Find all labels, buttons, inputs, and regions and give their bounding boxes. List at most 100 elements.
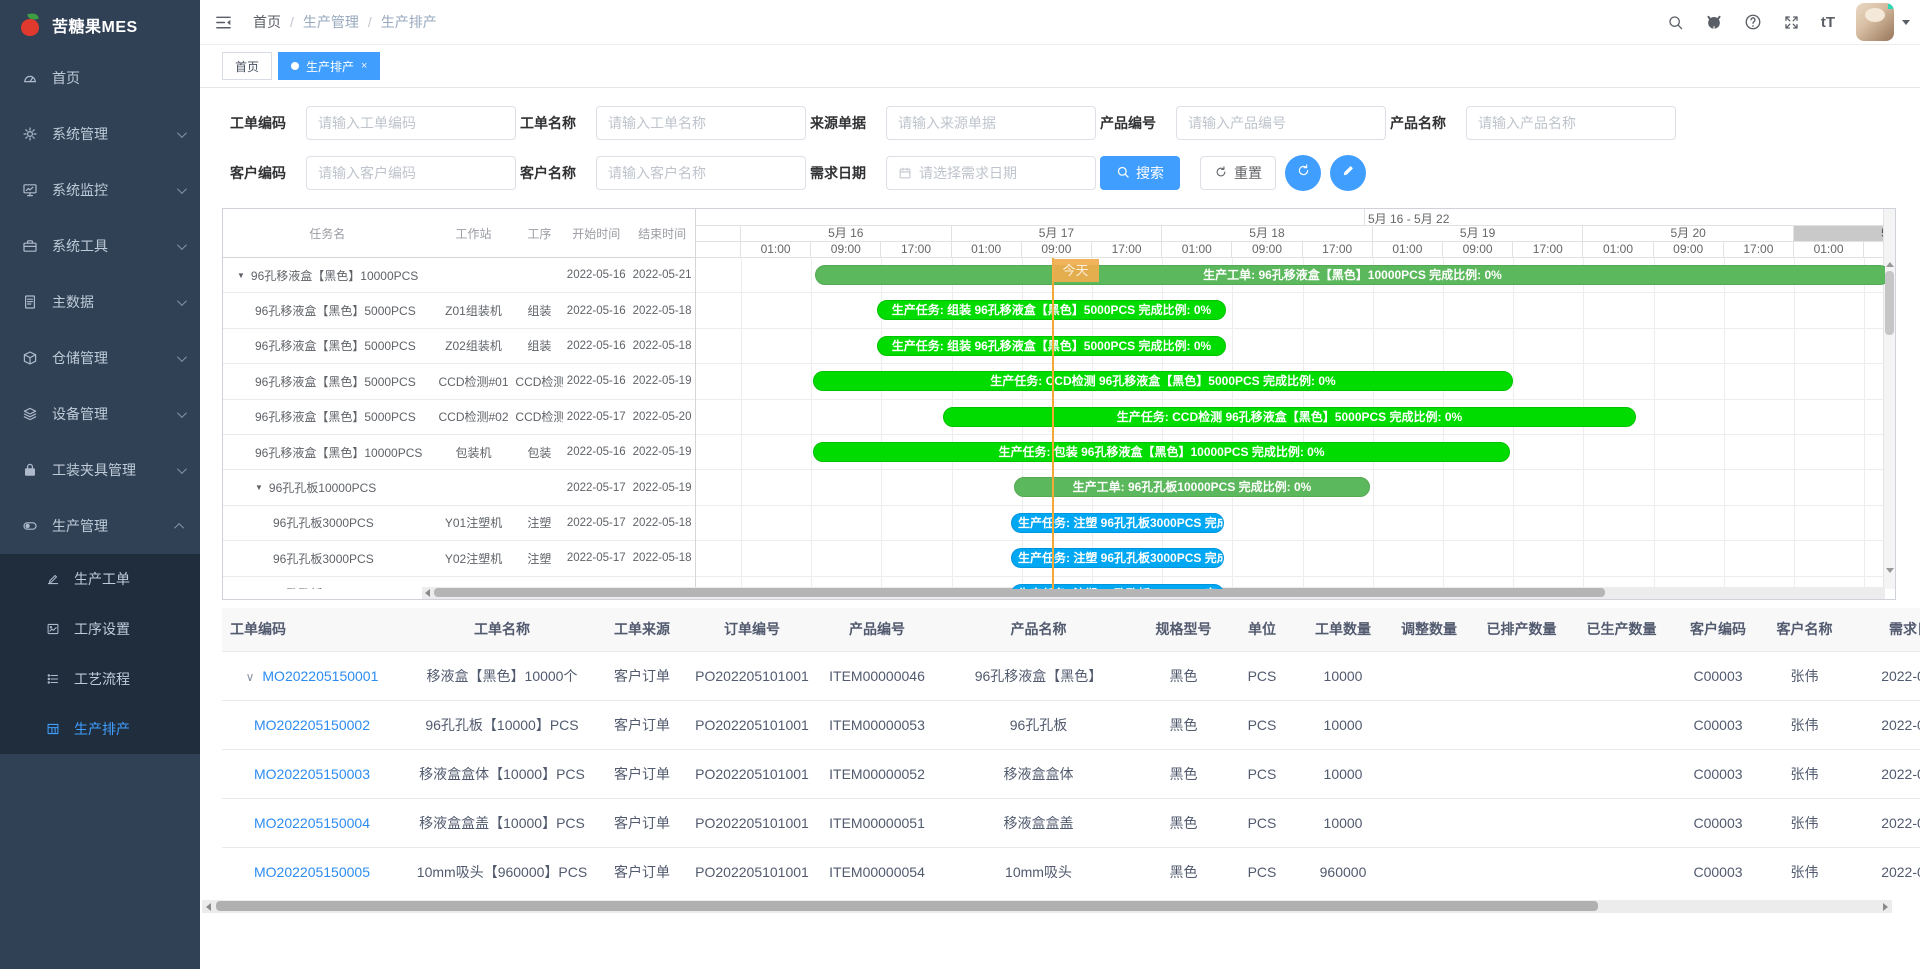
user-menu[interactable] — [1856, 3, 1910, 41]
gantt-task-row[interactable]: 96孔孔板3000PCSY02注塑机注塑2022-05-172022-05-18 — [223, 541, 695, 576]
table-horizontal-scrollbar[interactable] — [202, 900, 1892, 913]
input-placeholder: 请输入客户编码 — [318, 163, 416, 183]
cell-source: 客户订单 — [602, 847, 682, 889]
task-name: 96孔孔板3000PCS — [273, 585, 374, 589]
work-order-link[interactable]: MO202205150001 — [262, 668, 378, 684]
gantt-task-row[interactable]: 96孔移液盒【黑色】5000PCSCCD检测#01CCD检测2022-05-16… — [223, 364, 695, 399]
tab-生产排产[interactable]: 生产排产× — [278, 52, 380, 80]
sidebar-item-production-schedule[interactable]: 生产排产 — [0, 704, 200, 754]
text-input[interactable]: 请输入工单名称 — [596, 106, 806, 140]
table-row[interactable]: MO202205150004移液盒盒盖【10000】PCS客户订单PO20220… — [222, 798, 1920, 847]
text-input[interactable]: 请输入来源单据 — [886, 106, 1096, 140]
reset-button[interactable]: 重置 — [1200, 156, 1276, 190]
sidebar-item-system-tools[interactable]: 系统工具 — [0, 218, 200, 274]
cell-source: 客户订单 — [602, 798, 682, 847]
table-row[interactable]: MO202205150003移液盒盒体【10000】PCS客户订单PO20220… — [222, 749, 1920, 798]
sidebar-item-system-monitor[interactable]: 系统监控 — [0, 162, 200, 218]
gantt-hour-row: 01:0009:0017:0001:0009:0017:0001:0009:00… — [696, 242, 1885, 258]
gantt-day-cell: 5月 18 — [1162, 226, 1373, 241]
text-input[interactable]: 请输入产品编号 — [1176, 106, 1386, 140]
gantt-bar-row: 生产任务: CCD检测 96孔移液盒【黑色】5000PCS 完成比例: 0% — [696, 364, 1885, 399]
work-order-link[interactable]: MO202205150003 — [254, 766, 370, 782]
cell-ccode: C00003 — [1674, 749, 1762, 798]
gantt-bar-task[interactable]: 生产任务: CCD检测 96孔移液盒【黑色】5000PCS 完成比例: 0% — [943, 407, 1636, 427]
task-name: 96孔移液盒【黑色】5000PCS — [255, 373, 416, 390]
gantt-task-row[interactable]: 96孔移液盒【黑色】5000PCSZ02组装机组装2022-05-162022-… — [223, 329, 695, 364]
filter-field: 工单编码请输入工单编码 — [230, 106, 520, 140]
text-input[interactable]: 请输入工单编码 — [306, 106, 516, 140]
text-input[interactable]: 请输入产品名称 — [1466, 106, 1676, 140]
gantt-task-row[interactable]: 96孔移液盒【黑色】5000PCSCCD检测#02CCD检测2022-05-17… — [223, 400, 695, 435]
table-row[interactable]: ∨MO202205150001移液盒【黑色】10000个客户订单PO202205… — [222, 651, 1920, 700]
tab-首页[interactable]: 首页 — [222, 52, 272, 80]
gantt-bar-order[interactable]: 生产工单: 96孔移液盒【黑色】10000PCS 完成比例: 0% — [815, 265, 1885, 285]
gantt-bar-row: 生产任务: 组装 96孔移液盒【黑色】5000PCS 完成比例: 0% — [696, 329, 1885, 364]
gantt-task-row[interactable]: 96孔移液盒【黑色】10000PCS包装机包装2022-05-162022-05… — [223, 435, 695, 470]
gantt-bar-task[interactable]: 生产任务: 注塑 96孔孔板3000PCS 完成比例: 0% — [1011, 584, 1224, 589]
cell-qty: 10000 — [1302, 651, 1384, 700]
work-order-link[interactable]: MO202205150005 — [254, 864, 370, 880]
search-button[interactable]: 搜索 — [1100, 156, 1180, 190]
end-date: 2022-05-19 — [629, 482, 695, 494]
cell-scheduled — [1474, 798, 1569, 847]
cell-unit: PCS — [1222, 749, 1302, 798]
sync-button[interactable] — [1285, 155, 1321, 191]
sidebar-item-production-mgmt[interactable]: 生产管理 — [0, 498, 200, 554]
gantt-bar-task[interactable]: 生产任务: 包装 96孔移液盒【黑色】10000PCS 完成比例: 0% — [813, 442, 1510, 462]
end-date: 2022-05-20 — [629, 411, 695, 423]
sidebar-item-process-setting[interactable]: 工序设置 — [0, 604, 200, 654]
gantt-hour-cell: 09:00 — [1443, 242, 1513, 257]
cell-due: 2022-05-22 — [1847, 651, 1920, 700]
input-placeholder: 请输入来源单据 — [898, 113, 996, 133]
tree-expand-caret[interactable]: ▼ — [237, 271, 245, 280]
task-name: 96孔孔板3000PCS — [273, 550, 374, 567]
edit-schedule-button[interactable] — [1330, 155, 1366, 191]
gantt-hour-cell: 17:00 — [1513, 242, 1583, 257]
gantt-task-row[interactable]: 96孔移液盒【黑色】5000PCSZ01组装机组装2022-05-162022-… — [223, 293, 695, 328]
table-icon — [46, 721, 62, 737]
breadcrumb-item[interactable]: 首页 — [253, 12, 281, 32]
input-placeholder: 请输入工单名称 — [608, 113, 706, 133]
sidebar-item-label: 工序设置 — [74, 619, 130, 639]
gantt-hour-cell: 01:00 — [1373, 242, 1443, 257]
fullscreen-icon[interactable] — [1783, 14, 1800, 31]
help-icon[interactable] — [1744, 13, 1762, 31]
gantt-bar-task[interactable]: 生产任务: 注塑 96孔孔板3000PCS 完成比例: 0% — [1011, 548, 1224, 568]
gear-icon — [22, 125, 40, 143]
work-order-link[interactable]: MO202205150004 — [254, 815, 370, 831]
font-size-icon[interactable]: tT — [1821, 14, 1835, 31]
gantt-bar-order[interactable]: 生产工单: 96孔孔板10000PCS 完成比例: 0% — [1014, 477, 1370, 497]
gantt-bar-task[interactable]: 生产任务: CCD检测 96孔移液盒【黑色】5000PCS 完成比例: 0% — [813, 371, 1513, 391]
filter-form: 工单编码请输入工单编码工单名称请输入工单名称来源单据请输入来源单据产品编号请输入… — [230, 105, 1680, 205]
text-input[interactable]: 请输入客户编码 — [306, 156, 516, 190]
table-row[interactable]: MO20220515000510mm吸头【960000】PCS客户订单PO202… — [222, 847, 1920, 889]
close-icon[interactable]: × — [361, 60, 367, 72]
sidebar-item-system-mgmt[interactable]: 系统管理 — [0, 106, 200, 162]
table-row[interactable]: MO20220515000296孔孔板【10000】PCS客户订单PO20220… — [222, 700, 1920, 749]
breadcrumb-item[interactable]: 生产排产 — [381, 12, 437, 32]
date-picker-input[interactable]: 请选择需求日期 — [886, 156, 1096, 190]
gantt-task-row[interactable]: ▼96孔孔板10000PCS2022-05-172022-05-19 — [223, 470, 695, 505]
gantt-bar-task[interactable]: 生产任务: 注塑 96孔孔板3000PCS 完成比例: 0% — [1011, 513, 1224, 533]
breadcrumb-item[interactable]: 生产管理 — [303, 12, 359, 32]
github-icon[interactable] — [1705, 13, 1723, 31]
text-input[interactable]: 请输入客户名称 — [596, 156, 806, 190]
sidebar-item-fixture-mgmt[interactable]: 工装夹具管理 — [0, 442, 200, 498]
sidebar-item-master-data[interactable]: 主数据 — [0, 274, 200, 330]
sidebar-collapse-icon[interactable] — [214, 13, 233, 32]
avatar[interactable] — [1856, 3, 1894, 41]
sidebar-item-process-flow[interactable]: 工艺流程 — [0, 654, 200, 704]
task-name: 96孔移液盒【黑色】5000PCS — [255, 408, 416, 425]
gantt-hour-cell: 09:00 — [1654, 242, 1724, 257]
search-icon[interactable] — [1667, 14, 1684, 31]
row-expand-caret[interactable]: ∨ — [246, 670, 255, 684]
sidebar-item-production-order[interactable]: 生产工单 — [0, 554, 200, 604]
gantt-task-row[interactable]: ▼96孔移液盒【黑色】10000PCS2022-05-162022-05-21 — [223, 258, 695, 293]
gantt-task-row[interactable]: 96孔孔板3000PCSY01注塑机注塑2022-05-172022-05-18 — [223, 506, 695, 541]
sidebar-item-home[interactable]: 首页 — [0, 50, 200, 106]
work-order-link[interactable]: MO202205150002 — [254, 717, 370, 733]
sidebar-item-equipment-mgmt[interactable]: 设备管理 — [0, 386, 200, 442]
tree-expand-caret[interactable]: ▼ — [255, 483, 263, 492]
sidebar-item-warehouse-mgmt[interactable]: 仓储管理 — [0, 330, 200, 386]
filter-label: 工单名称 — [520, 113, 586, 133]
